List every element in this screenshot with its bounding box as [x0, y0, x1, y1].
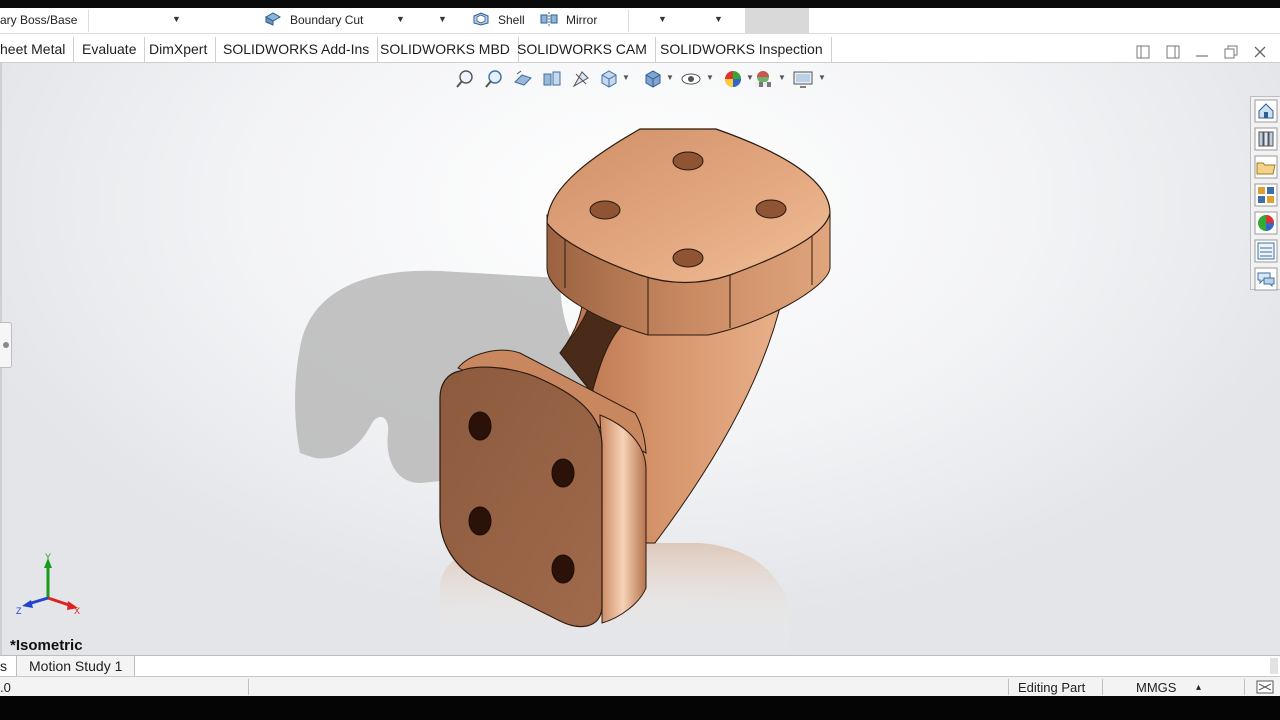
boss-base-button[interactable]: ary Boss/Base	[0, 13, 77, 27]
toolbar-highlight	[745, 8, 809, 33]
reference-triad: Y Z X	[16, 552, 80, 616]
status-separator	[1244, 679, 1245, 695]
toolbar-dropdown-icon[interactable]: ▼	[658, 14, 667, 24]
tab-solidworks-inspection[interactable]: SOLIDWORKS Inspection	[652, 37, 832, 62]
view-settings-dropdown-icon[interactable]: ▼	[818, 73, 826, 82]
top-flange-hole	[755, 199, 787, 219]
unit-system-button[interactable]: MMGS	[1136, 680, 1176, 695]
front-flange-rim	[599, 414, 647, 624]
task-pane	[1250, 96, 1280, 291]
zoom-to-area-icon[interactable]	[483, 68, 505, 90]
toolbar-dropdown-icon[interactable]: ▼	[714, 14, 723, 24]
solidworks-resources-icon[interactable]	[1254, 99, 1278, 123]
apply-scene-dropdown-icon[interactable]: ▼	[778, 73, 786, 82]
triad-x-label: X	[74, 606, 80, 616]
front-flange-hole	[468, 506, 492, 536]
tab-solidworks-cam[interactable]: SOLIDWORKS CAM	[509, 37, 656, 62]
view-palette-icon[interactable]	[1254, 183, 1278, 207]
close-icon[interactable]	[1252, 44, 1268, 60]
view-orientation-dropdown-icon[interactable]: ▼	[622, 73, 630, 82]
apply-scene-icon[interactable]	[752, 68, 774, 90]
boundary-cut-icon	[264, 12, 282, 26]
appearances-scenes-icon[interactable]	[1254, 211, 1278, 235]
feature-toolbar: ary Boss/Base ▼ Boundary Cut ▼ ▼ Shell M…	[0, 8, 1280, 34]
boss-base-dropdown-icon[interactable]: ▼	[172, 14, 181, 24]
tab-sheet-metal[interactable]: heet Metal	[0, 37, 75, 62]
file-explorer-icon[interactable]	[1254, 155, 1278, 179]
custom-properties-icon[interactable]	[1254, 239, 1278, 263]
display-style-icon[interactable]	[642, 68, 664, 90]
view-orientation-label: *Isometric	[10, 637, 83, 654]
front-flange-hole	[551, 554, 575, 584]
minimize-icon[interactable]	[1194, 44, 1210, 60]
mirror-icon	[540, 12, 558, 26]
tab-solidworks-add-ins[interactable]: SOLIDWORKS Add-Ins	[215, 37, 379, 62]
triad-z-label: Z	[16, 606, 22, 616]
section-view-icon[interactable]	[541, 68, 563, 90]
window-bottom-strip	[0, 696, 1280, 720]
triad-y-label: Y	[45, 552, 51, 562]
tab-solidworks-mbd[interactable]: SOLIDWORKS MBD	[372, 37, 519, 62]
dynamic-annotation-icon[interactable]	[570, 68, 592, 90]
restore-icon[interactable]	[1223, 44, 1239, 60]
status-version: .0	[0, 680, 11, 695]
boundary-cut-button[interactable]: Boundary Cut	[290, 13, 363, 27]
tile-left-icon[interactable]	[1135, 44, 1151, 60]
zoom-to-fit-icon[interactable]	[454, 68, 476, 90]
status-separator	[1102, 679, 1103, 695]
shell-button[interactable]: Shell	[498, 13, 525, 27]
front-flange-hole	[551, 458, 575, 488]
tab-evaluate[interactable]: Evaluate	[74, 37, 146, 62]
status-bar: .0 Editing Part MMGS ▴	[0, 676, 1280, 696]
heads-up-view-toolbar: ▼ ▼ ▼ ▼ ▼ ▼	[450, 64, 830, 92]
tab-dimxpert[interactable]: DimXpert	[141, 37, 217, 62]
view-orientation-icon[interactable]	[598, 68, 620, 90]
display-style-dropdown-icon[interactable]: ▼	[666, 73, 674, 82]
status-separator	[248, 679, 249, 695]
unit-system-dropdown-icon[interactable]: ▴	[1196, 682, 1201, 693]
command-manager-tabs: heet Metal Evaluate DimXpert SOLIDWORKS …	[0, 34, 1280, 63]
view-settings-icon[interactable]	[792, 68, 814, 90]
toolbar-separator	[628, 10, 629, 32]
previous-view-icon[interactable]	[512, 68, 534, 90]
tab-motion-study-1[interactable]: Motion Study 1	[16, 656, 136, 676]
design-library-icon[interactable]	[1254, 127, 1278, 151]
hide-show-items-icon[interactable]	[680, 68, 702, 90]
top-flange-hole	[589, 200, 621, 220]
edit-appearance-icon[interactable]	[722, 68, 744, 90]
toolbar-separator	[88, 10, 89, 32]
shell-icon	[473, 12, 489, 26]
boundary-cut-dropdown-icon[interactable]: ▼	[396, 14, 405, 24]
part-model[interactable]	[0, 63, 1280, 655]
front-flange-hole	[468, 411, 492, 441]
bottom-tab-bar: s Motion Study 1	[0, 655, 1280, 676]
top-flange-hole	[672, 248, 704, 268]
mirror-button[interactable]: Mirror	[566, 13, 597, 27]
top-flange-hole	[672, 151, 704, 171]
status-mode: Editing Part	[1018, 680, 1086, 695]
tile-right-icon[interactable]	[1165, 44, 1181, 60]
tab-scroll-control[interactable]	[1270, 658, 1278, 674]
toolbar-dropdown-icon[interactable]: ▼	[438, 14, 447, 24]
quick-tips-icon[interactable]	[1256, 680, 1274, 694]
forum-icon[interactable]	[1254, 267, 1278, 291]
status-separator	[1008, 679, 1009, 695]
hide-show-dropdown-icon[interactable]: ▼	[706, 73, 714, 82]
